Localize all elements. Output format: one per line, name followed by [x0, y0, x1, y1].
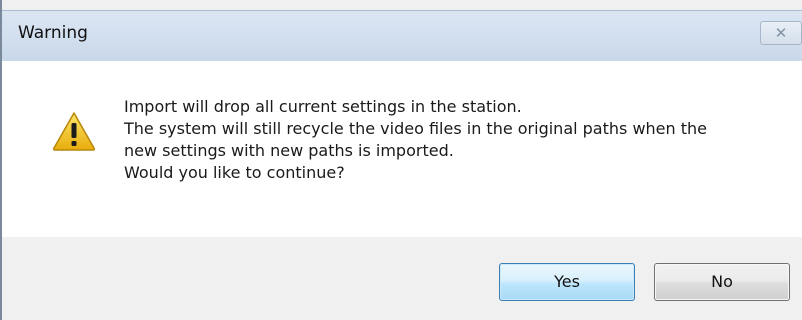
yes-button[interactable]: Yes: [499, 263, 635, 301]
close-button[interactable]: ✕: [760, 21, 802, 45]
message-line-1: Import will drop all current settings in…: [124, 97, 522, 116]
message-line-4: Would you like to continue?: [124, 163, 345, 182]
warning-dialog: Warning ✕ Import will drop all current s…: [0, 0, 802, 320]
no-button[interactable]: No: [654, 263, 790, 301]
message-text: Import will drop all current settings in…: [124, 96, 784, 184]
warning-icon: [52, 112, 96, 151]
dialog-title: Warning: [18, 23, 88, 43]
message-line-3: new settings with new paths is imported.: [124, 141, 454, 160]
close-icon: ✕: [774, 24, 788, 42]
message-line-2: The system will still recycle the video …: [124, 119, 707, 138]
dialog-content: Import will drop all current settings in…: [2, 61, 802, 237]
button-bar: Yes No: [2, 237, 802, 320]
title-bar[interactable]: Warning ✕: [2, 10, 802, 61]
